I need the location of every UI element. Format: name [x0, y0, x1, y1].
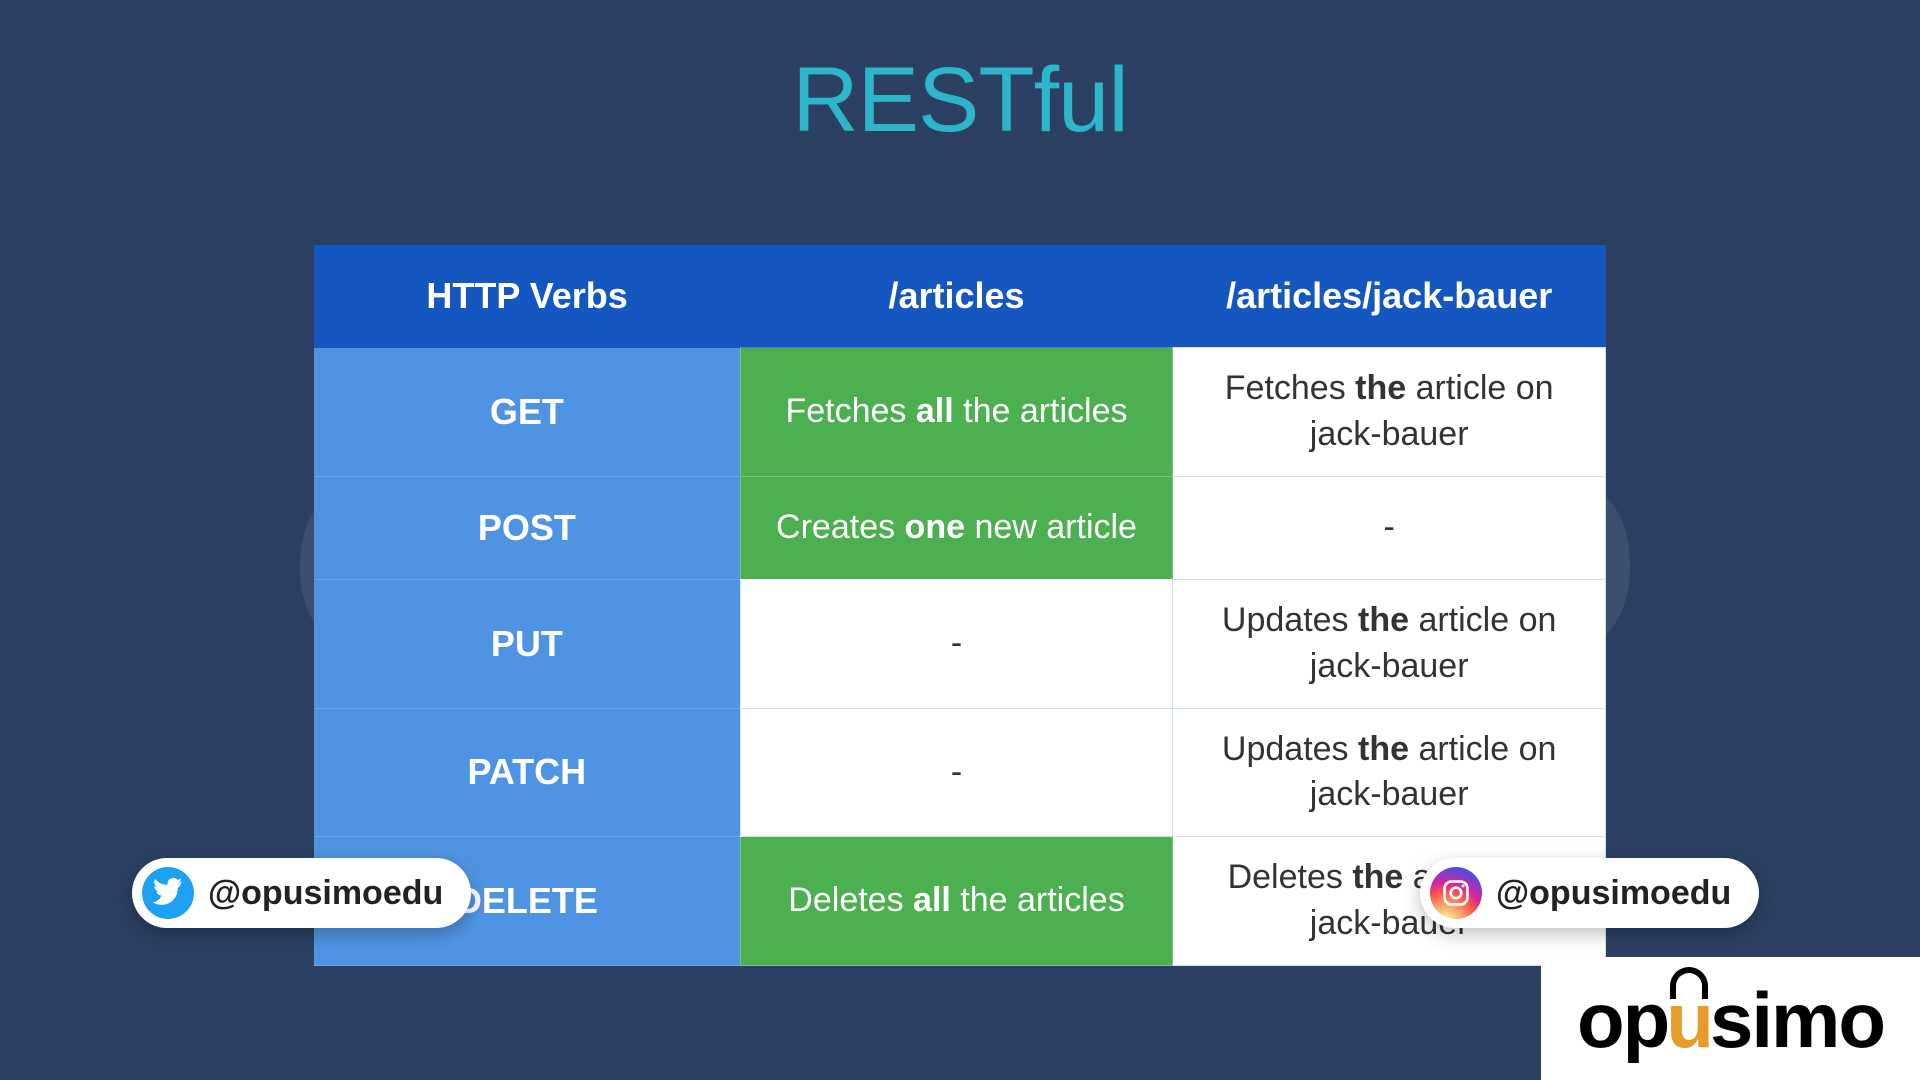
brand-logo: op u simo [1541, 957, 1920, 1080]
logo-post: simo [1710, 975, 1884, 1066]
item-cell: Updates the article on jack-bauer [1173, 708, 1606, 837]
item-cell: Fetches the article on jack-bauer [1173, 348, 1606, 477]
collection-cell: - [740, 708, 1173, 837]
header-collection: /articles [740, 245, 1173, 348]
twitter-pill: @opusimoedu [132, 858, 471, 928]
collection-cell: Fetches all the articles [740, 348, 1173, 477]
item-cell: - [1173, 476, 1606, 579]
table-row: GETFetches all the articlesFetches the a… [314, 348, 1606, 477]
table-row: POSTCreates one new article- [314, 476, 1606, 579]
header-item: /articles/jack-bauer [1173, 245, 1606, 348]
header-verbs: HTTP Verbs [314, 245, 740, 348]
twitter-icon [142, 867, 194, 919]
twitter-handle: @opusimoedu [208, 874, 443, 913]
collection-cell: Deletes all the articles [740, 837, 1173, 966]
item-cell: Updates the article on jack-bauer [1173, 579, 1606, 708]
page-title: RESTful [0, 0, 1920, 153]
verb-cell: PUT [314, 579, 740, 708]
rest-table: HTTP Verbs /articles /articles/jack-baue… [314, 245, 1606, 966]
instagram-icon [1430, 867, 1482, 919]
table-row: PATCH-Updates the article on jack-bauer [314, 708, 1606, 837]
verb-cell: PATCH [314, 708, 740, 837]
logo-pre: op [1577, 975, 1668, 1066]
table-row: DELETEDeletes all the articlesDeletes th… [314, 837, 1606, 966]
verb-cell: POST [314, 476, 740, 579]
table-header-row: HTTP Verbs /articles /articles/jack-baue… [314, 245, 1606, 348]
logo-u: u [1666, 975, 1712, 1066]
collection-cell: - [740, 579, 1173, 708]
instagram-handle: @opusimoedu [1496, 874, 1731, 913]
collection-cell: Creates one new article [740, 476, 1173, 579]
instagram-pill: @opusimoedu [1420, 858, 1759, 928]
verb-cell: GET [314, 348, 740, 477]
table-row: PUT-Updates the article on jack-bauer [314, 579, 1606, 708]
